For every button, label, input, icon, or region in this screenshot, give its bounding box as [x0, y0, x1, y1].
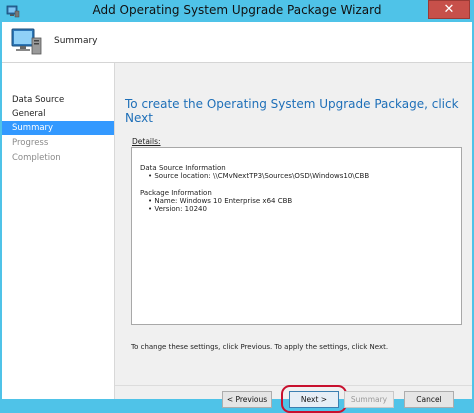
- wizard-content: To create the Operating System Upgrade P…: [115, 63, 472, 413]
- title-bar[interactable]: Add Operating System Upgrade Package Wiz…: [0, 0, 474, 22]
- close-button[interactable]: ✕: [428, 0, 470, 19]
- nav-item-completion: Completion: [12, 153, 61, 163]
- previous-button[interactable]: < Previous: [222, 391, 272, 408]
- wizard-client-area: Summary Data Source General Summary Prog…: [2, 22, 472, 413]
- package-version-item: • Version: 10240: [148, 205, 207, 213]
- details-label: Details:: [132, 137, 161, 146]
- summary-button: Summary: [344, 391, 394, 408]
- nav-item-summary[interactable]: Summary: [2, 121, 114, 135]
- cancel-button[interactable]: Cancel: [404, 391, 454, 408]
- source-location-item: • Source location: \\CMvNextTP3\Sources\…: [148, 172, 370, 180]
- computer-icon: [11, 28, 42, 55]
- next-button[interactable]: Next >: [289, 391, 339, 408]
- nav-item-progress: Progress: [12, 138, 49, 148]
- wizard-window: Add Operating System Upgrade Package Wiz…: [0, 0, 474, 413]
- content-heading: To create the Operating System Upgrade P…: [125, 97, 459, 125]
- package-heading: Package Information: [140, 189, 212, 197]
- close-icon: ✕: [443, 2, 455, 17]
- data-source-heading: Data Source Information: [140, 164, 226, 172]
- wizard-header: Summary: [2, 22, 472, 63]
- settings-hint: To change these settings, click Previous…: [131, 343, 389, 351]
- wizard-step-nav: Data Source General Summary Progress Com…: [2, 63, 115, 399]
- window-title: Add Operating System Upgrade Package Wiz…: [92, 3, 382, 17]
- nav-item-general[interactable]: General: [2, 107, 114, 121]
- nav-item-data-source[interactable]: Data Source: [2, 93, 114, 107]
- page-title: Summary: [54, 36, 98, 46]
- package-name-item: • Name: Windows 10 Enterprise x64 CBB: [148, 197, 293, 205]
- details-textbox[interactable]: Data Source Information • Source locatio…: [131, 147, 462, 325]
